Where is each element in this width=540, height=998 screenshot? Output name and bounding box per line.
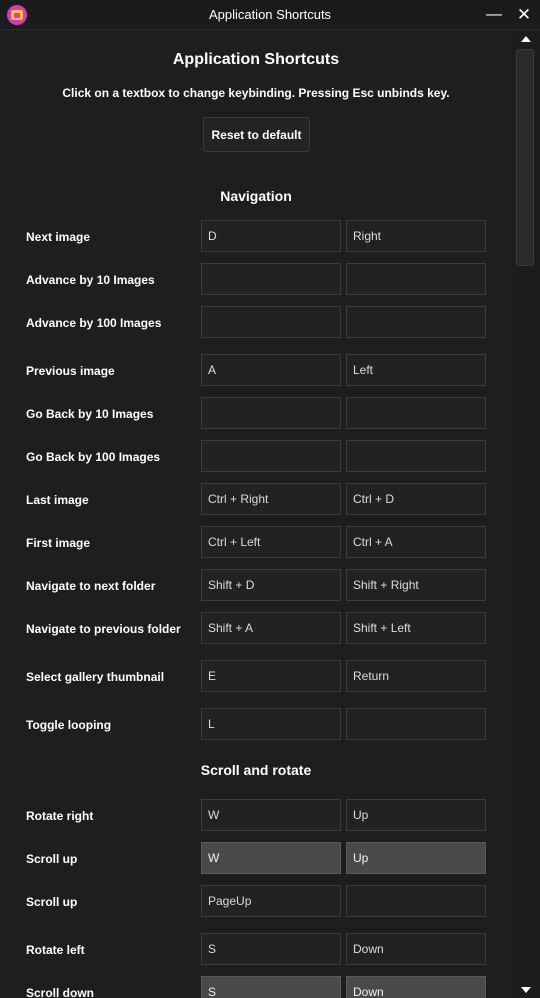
primary-key-input[interactable]: [201, 306, 341, 338]
shortcut-label: Advance by 100 Images: [26, 316, 162, 330]
secondary-key-input[interactable]: [346, 263, 486, 295]
section-heading-scroll-and-rotate: Scroll and rotate: [200, 762, 312, 778]
shortcut-label: Go Back by 10 Images: [26, 407, 154, 421]
secondary-key-input[interactable]: Down: [346, 933, 486, 965]
secondary-key-input[interactable]: Up: [346, 842, 486, 874]
shortcut-label: Navigate to next folder: [26, 579, 156, 593]
primary-key-input[interactable]: W: [201, 799, 341, 831]
primary-key-input[interactable]: A: [201, 354, 341, 386]
scrollbar-thumb[interactable]: [516, 49, 534, 266]
shortcut-label: Select gallery thumbnail: [26, 670, 165, 684]
window-title: Application Shortcuts: [208, 7, 332, 22]
primary-key-input[interactable]: L: [201, 708, 341, 740]
shortcut-label: Scroll down: [26, 986, 95, 998]
secondary-key-input[interactable]: [346, 440, 486, 472]
shortcut-label: Last image: [26, 493, 89, 507]
primary-key-input[interactable]: Ctrl + Left: [201, 526, 341, 558]
secondary-key-input[interactable]: Ctrl + A: [346, 526, 486, 558]
secondary-key-input[interactable]: [346, 885, 486, 917]
secondary-key-input[interactable]: Right: [346, 220, 486, 252]
shortcut-label: Navigate to previous folder: [26, 622, 181, 636]
shortcut-label: Scroll up: [26, 852, 78, 866]
secondary-key-input[interactable]: Ctrl + D: [346, 483, 486, 515]
secondary-key-input[interactable]: Shift + Left: [346, 612, 486, 644]
shortcuts-panel: Application Shortcuts Click on a textbox…: [0, 31, 512, 998]
secondary-key-input[interactable]: Down: [346, 976, 486, 998]
scroll-down-arrow-icon[interactable]: [512, 982, 540, 998]
primary-key-input[interactable]: D: [201, 220, 341, 252]
shortcut-label: Rotate right: [26, 809, 94, 823]
secondary-key-input[interactable]: Shift + Right: [346, 569, 486, 601]
primary-key-input[interactable]: S: [201, 976, 341, 998]
primary-key-input[interactable]: [201, 263, 341, 295]
section-heading-navigation: Navigation: [220, 188, 292, 204]
secondary-key-input[interactable]: [346, 708, 486, 740]
shortcut-label: Rotate left: [26, 943, 85, 957]
primary-key-input[interactable]: Ctrl + Right: [201, 483, 341, 515]
primary-key-input[interactable]: W: [201, 842, 341, 874]
close-button[interactable]: ✕: [508, 0, 540, 30]
minimize-button[interactable]: —: [478, 0, 510, 30]
secondary-key-input[interactable]: [346, 306, 486, 338]
secondary-key-input[interactable]: Left: [346, 354, 486, 386]
primary-key-input[interactable]: Shift + A: [201, 612, 341, 644]
primary-key-input[interactable]: S: [201, 933, 341, 965]
secondary-key-input[interactable]: Up: [346, 799, 486, 831]
primary-key-input[interactable]: E: [201, 660, 341, 692]
shortcut-label: Go Back by 100 Images: [26, 450, 161, 464]
shortcut-label: Toggle looping: [26, 718, 112, 732]
shortcut-label: Next image: [26, 230, 91, 244]
primary-key-input[interactable]: [201, 440, 341, 472]
shortcut-label: Scroll up: [26, 895, 78, 909]
primary-key-input[interactable]: [201, 397, 341, 429]
shortcut-label: First image: [26, 536, 91, 550]
secondary-key-input[interactable]: Return: [346, 660, 486, 692]
title-bar: Application Shortcuts — ✕: [0, 0, 540, 30]
instructions-text: Click on a textbox to change keybinding.…: [62, 86, 450, 100]
shortcut-label: Previous image: [26, 364, 115, 378]
secondary-key-input[interactable]: [346, 397, 486, 429]
primary-key-input[interactable]: Shift + D: [201, 569, 341, 601]
vertical-scrollbar[interactable]: [512, 31, 540, 998]
page-title: Application Shortcuts: [172, 51, 340, 68]
scroll-up-arrow-icon[interactable]: [512, 31, 540, 47]
shortcut-label: Advance by 10 Images: [26, 273, 155, 287]
primary-key-input[interactable]: PageUp: [201, 885, 341, 917]
reset-to-default-button[interactable]: Reset to default: [203, 117, 310, 152]
